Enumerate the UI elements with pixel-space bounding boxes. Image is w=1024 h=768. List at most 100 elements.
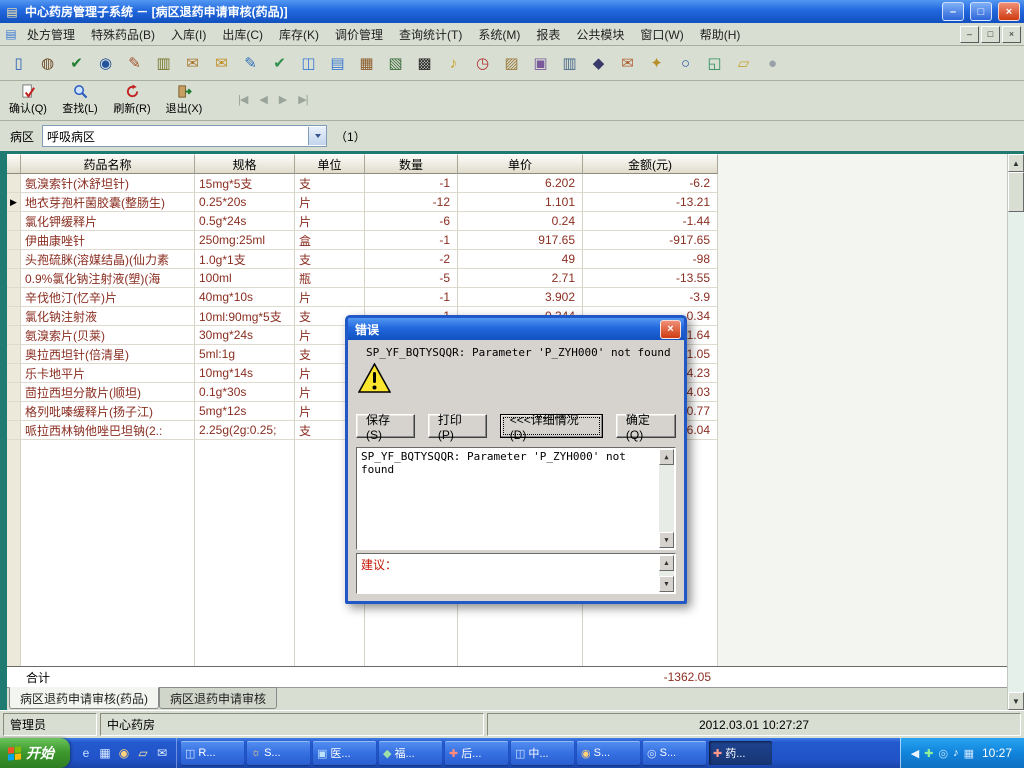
taskbar-task[interactable]: ✚ 药... (709, 741, 772, 765)
start-button[interactable]: 开始 (0, 738, 70, 768)
menu-item-11[interactable]: 窗口(W) (632, 24, 691, 45)
header-drug-name[interactable]: 药品名称 (21, 154, 195, 174)
audit-icon[interactable]: ✎ (121, 50, 148, 77)
menu-item-3[interactable]: 入库(I) (163, 24, 214, 45)
ink-bottle-icon[interactable]: ◍ (34, 50, 61, 77)
scrollbar-thumb[interactable] (1008, 172, 1024, 212)
key-icon[interactable]: ✦ (643, 50, 670, 77)
suggestion-box[interactable]: 建议： ▲ ▼ (356, 553, 676, 594)
menu-item-5[interactable]: 库存(K) (271, 24, 327, 45)
search-icon[interactable]: ○ (672, 50, 699, 77)
taskbar-task[interactable]: ◫ R... (181, 741, 244, 765)
close-button[interactable]: × (998, 2, 1020, 21)
barcode-icon[interactable]: ▩ (411, 50, 438, 77)
suggestion-scrollbar[interactable]: ▲ ▼ (659, 555, 674, 592)
minimize-button[interactable]: – (942, 2, 964, 21)
header-spec[interactable]: 规格 (195, 154, 295, 174)
table-row[interactable]: ▶ 地衣芽孢杆菌胶囊(整肠生) 0.25*20s 片 -12 1.101 -13.21 (7, 193, 718, 212)
menu-item-9[interactable]: 报表 (528, 24, 568, 45)
first-record-icon[interactable]: |◀ (238, 93, 248, 106)
detail-scrollbar[interactable]: ▲ ▼ (659, 449, 674, 548)
menu-item-1[interactable]: 处方管理 (19, 24, 83, 45)
money-icon[interactable]: ▥ (150, 50, 177, 77)
last-record-icon[interactable]: ▶| (298, 93, 308, 106)
menu-item-2[interactable]: 特殊药品(B) (83, 24, 163, 45)
chevron-left-icon[interactable]: ◀ (911, 747, 919, 760)
globe-icon[interactable]: ● (759, 50, 786, 77)
alarm-icon[interactable]: ◷ (469, 50, 496, 77)
exit-button[interactable]: 退出(X) (160, 83, 208, 116)
mail-audit-icon[interactable]: ✉ (179, 50, 206, 77)
taskbar-task[interactable]: ◆ 福... (379, 741, 442, 765)
restore-button[interactable]: □ (970, 2, 992, 21)
prev-record-icon[interactable]: ◀ (259, 93, 268, 106)
confirm-button[interactable]: 确认(Q) (4, 83, 52, 116)
taskbar-task[interactable]: ◉ S... (577, 741, 640, 765)
vertical-scrollbar[interactable]: ▲ ▼ (1007, 154, 1024, 710)
scroll-up-icon[interactable]: ▲ (1008, 154, 1024, 172)
header-unit-price[interactable]: 单价 (458, 154, 583, 174)
media-player-icon[interactable]: ◉ (116, 745, 132, 761)
taskbar-task[interactable]: ◎ S... (643, 741, 706, 765)
mail-open-icon[interactable]: ✉ (614, 50, 641, 77)
table-row[interactable]: 伊曲康唑针 250mg:25ml 盒 -1 917.65 -917.65 (7, 231, 718, 250)
tab-ward-return[interactable]: 病区退药申请审核 (159, 687, 278, 709)
scroll-up-icon[interactable]: ▲ (659, 555, 674, 571)
menu-item-10[interactable]: 公共模块 (568, 24, 632, 45)
find-button[interactable]: 查找(L) (56, 83, 104, 116)
network-icon[interactable]: ▦ (964, 747, 974, 760)
header-unit[interactable]: 单位 (295, 154, 365, 174)
scroll-up-icon[interactable]: ▲ (659, 449, 674, 465)
dropdown-button[interactable] (308, 127, 327, 145)
menu-item-12[interactable]: 帮助(H) (692, 24, 749, 45)
bank-icon[interactable]: ▥ (556, 50, 583, 77)
show-desktop-icon[interactable]: ▦ (97, 745, 113, 761)
taskbar-task[interactable]: ▣ 医... (313, 741, 376, 765)
form-edit-icon[interactable]: ▦ (353, 50, 380, 77)
safe-icon[interactable]: ◆ (585, 50, 612, 77)
taskbar-task[interactable]: ◫ 中... (511, 741, 574, 765)
refresh-button[interactable]: 刷新(R) (108, 83, 156, 116)
doc-check-icon[interactable]: ✔ (266, 50, 293, 77)
folder-open-icon[interactable]: ▱ (730, 50, 757, 77)
next-record-icon[interactable]: ▶ (279, 93, 288, 106)
dialog-close-icon[interactable]: × (660, 319, 681, 339)
ok-button[interactable]: 确定(Q) (615, 413, 677, 442)
menu-item-6[interactable]: 调价管理 (327, 24, 391, 45)
taskbar-task[interactable]: ☼ S... (247, 741, 310, 765)
table-row[interactable]: 头孢硫脒(溶媒结晶)(仙力素 1.0g*1支支 -2 49 -98 (7, 250, 718, 269)
scroll-down-icon[interactable]: ▼ (659, 576, 674, 592)
copy-icon[interactable]: ◫ (295, 50, 322, 77)
menu-item-4[interactable]: 出库(C) (214, 24, 271, 45)
binoculars-icon[interactable]: ◉ (92, 50, 119, 77)
error-detail-box[interactable]: SP_YF_BQTYSQQR: Parameter 'P_ZYH000' not… (356, 447, 676, 550)
menu-item-8[interactable]: 系统(M) (470, 24, 528, 45)
header-amount[interactable]: 金额(元) (583, 154, 718, 174)
package-icon[interactable]: ▨ (498, 50, 525, 77)
scroll-down-icon[interactable]: ▼ (1008, 692, 1024, 710)
tab-ward-return-drugs[interactable]: 病区退药申请审核(药品) (9, 687, 159, 709)
doc-blue-icon[interactable]: ▤ (324, 50, 351, 77)
ie-icon[interactable]: e (78, 745, 94, 761)
approve-icon[interactable]: ✔ (63, 50, 90, 77)
mdi-minimize-button[interactable]: – (960, 25, 979, 43)
volume-icon[interactable]: ♪ (953, 747, 959, 759)
mdi-restore-button[interactable]: □ (981, 25, 1000, 43)
messenger-icon[interactable]: ◎ (938, 747, 948, 760)
mail-icon[interactable]: ✉ (208, 50, 235, 77)
table-row[interactable]: 辛伐他汀(忆辛)片 40mg*10s 片 -1 3.902 -3.9 (7, 288, 718, 307)
cabinet-icon[interactable]: ▣ (527, 50, 554, 77)
print-button[interactable]: 打印(P) (427, 413, 487, 442)
ledger-icon[interactable]: ▧ (382, 50, 409, 77)
mail-icon[interactable]: ✉ (154, 745, 170, 761)
save-button[interactable]: 保存(S) (356, 413, 415, 442)
table-row[interactable]: 0.9%氯化钠注射液(塑)(海 100ml 瓶 -5 2.71 -13.55 (7, 269, 718, 288)
taskbar-task[interactable]: ✚ 后... (445, 741, 508, 765)
mdi-close-button[interactable]: × (1002, 25, 1021, 43)
folder-icon[interactable]: ▱ (135, 745, 151, 761)
export-icon[interactable]: ◱ (701, 50, 728, 77)
shield-icon[interactable]: ✚ (924, 747, 933, 760)
ward-select[interactable]: 呼吸病区 (42, 125, 328, 147)
table-row[interactable]: 氨溴索针(沐舒坦针) 15mg*5支支 -1 6.202 -6.2 (7, 174, 718, 193)
doc-edit-icon[interactable]: ✎ (237, 50, 264, 77)
